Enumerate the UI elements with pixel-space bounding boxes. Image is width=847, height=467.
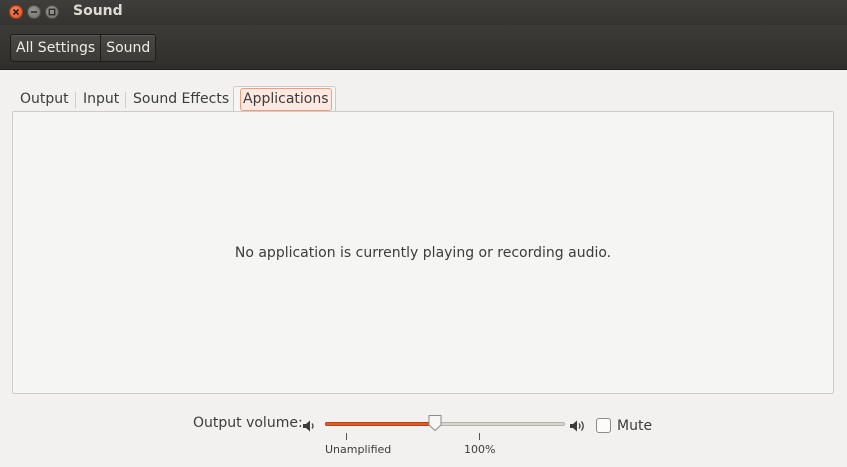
breadcrumb: All Settings Sound (10, 34, 157, 62)
output-volume-label: Output volume: (193, 415, 303, 431)
tick-mark-unamplified (346, 433, 347, 440)
maximize-icon[interactable] (45, 5, 59, 19)
mute-checkbox[interactable] (596, 418, 611, 433)
tick-mark-100 (479, 433, 480, 440)
speaker-low-icon (303, 420, 314, 432)
minimize-icon[interactable] (27, 5, 41, 19)
tab-sound-effects[interactable]: Sound Effects (133, 86, 229, 112)
mute-label: Mute (617, 418, 653, 434)
tab-divider (75, 92, 76, 108)
volume-slider-handle[interactable] (427, 414, 443, 432)
speaker-high-icon (570, 420, 584, 432)
tab-divider (125, 92, 126, 108)
title-bar: Sound (0, 0, 847, 25)
tab-applications[interactable]: Applications (233, 86, 336, 112)
sound-breadcrumb-button[interactable]: Sound (100, 35, 155, 61)
toolbar: All Settings Sound (0, 25, 847, 70)
tick-label-100: 100% (464, 443, 496, 456)
tick-label-unamplified: Unamplified (325, 443, 392, 456)
empty-state-message: No application is currently playing or r… (234, 245, 612, 261)
close-icon[interactable] (9, 5, 23, 19)
volume-slider-fill (325, 422, 436, 426)
applications-panel: No application is currently playing or r… (12, 111, 834, 394)
tab-input[interactable]: Input (83, 86, 119, 112)
all-settings-button[interactable]: All Settings (11, 35, 100, 61)
tab-applications-label: Applications (240, 88, 332, 111)
window-title: Sound (73, 3, 123, 19)
tab-output[interactable]: Output (20, 86, 69, 112)
